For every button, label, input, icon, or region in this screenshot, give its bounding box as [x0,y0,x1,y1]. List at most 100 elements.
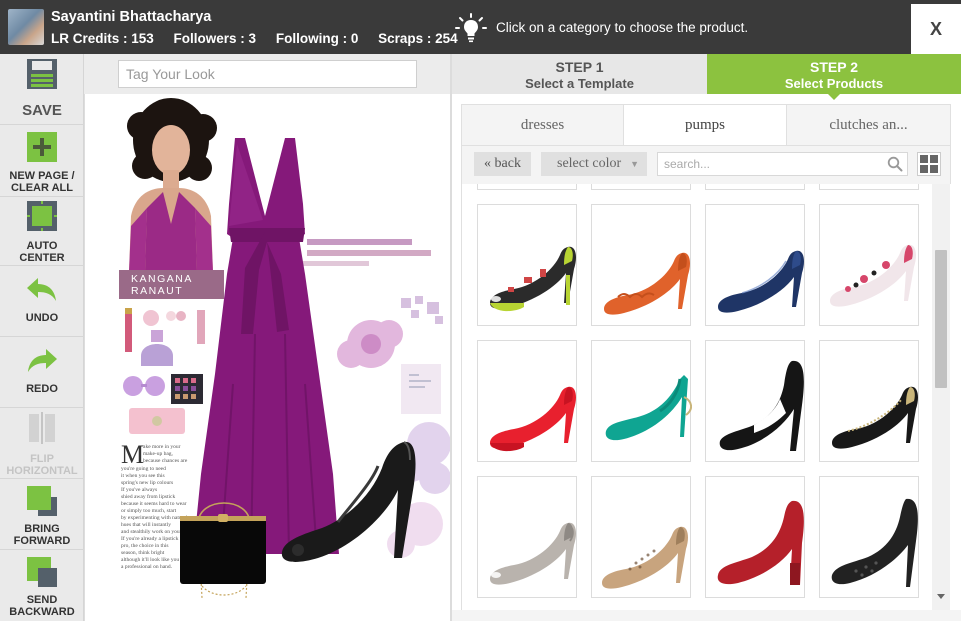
center-icon [27,201,57,231]
product-grid [461,184,932,610]
double-chevron-left-icon: « [484,156,492,171]
step-2-title: STEP 2 [810,59,858,75]
plus-icon [27,132,57,162]
user-stats: LR Credits : 153 Followers : 3 Following… [51,31,474,46]
redo-label: REDO [26,383,58,395]
user-name[interactable]: Sayantini Bhattacharya [51,9,211,25]
hint-text: Click on a category to choose the produc… [496,20,749,35]
lr-credits: LR Credits : 153 [51,31,154,46]
search-input[interactable] [657,152,908,176]
bring-forward-icon [27,486,57,516]
product-card[interactable] [477,476,577,598]
undo-label: UNDO [25,312,59,324]
grid-icon [920,155,938,173]
product-card[interactable] [705,340,805,462]
shoe-image [718,250,804,313]
send-backward-button[interactable]: SEND BACKWARD [0,550,84,621]
step-tabs: STEP 1 Select a Template STEP 2 Select P… [452,54,961,94]
shoe-image [604,252,690,315]
search-icon[interactable] [887,156,903,172]
undo-button[interactable]: UNDO [0,266,84,336]
following-count[interactable]: Following : 0 [276,31,359,46]
product-card[interactable] [819,184,919,190]
shoe-image [830,244,916,307]
left-toolbar: SAVE NEW PAGE / CLEAR ALL AUTO CENTER UN… [0,54,84,621]
bring-forward-button[interactable]: BRING FORWARD [0,479,84,549]
scraps-count[interactable]: Scraps : 254 [378,31,458,46]
step-2-tab[interactable]: STEP 2 Select Products [707,54,961,94]
flip-horizontal-button[interactable]: FLIP HORIZONTAL [0,408,84,478]
clear-all-label: CLEAR ALL [11,182,73,194]
send-label: SEND [26,594,58,606]
auto-center-button[interactable]: AUTO CENTER [0,197,84,265]
product-card[interactable] [477,340,577,462]
product-card[interactable] [477,204,577,326]
collage-canvas[interactable]: KANGANA RANAUT M ake more in your make-u… [84,94,450,621]
product-card[interactable] [591,340,692,462]
avatar[interactable] [8,9,44,45]
followers-count[interactable]: Followers : 3 [174,31,257,46]
black-clutch[interactable] [178,494,270,604]
lightbulb-icon [455,13,487,43]
shoe-image [602,526,688,589]
step-1-title: STEP 1 [555,59,604,75]
new-page-button[interactable]: NEW PAGE / CLEAR ALL [0,125,84,196]
shoe-image [719,360,804,451]
product-card[interactable] [705,204,805,326]
chevron-down-icon: ▼ [630,159,639,169]
product-card[interactable] [819,204,919,326]
product-card[interactable] [705,476,805,598]
black-heel-sandal[interactable] [278,434,424,574]
product-card[interactable] [591,184,691,190]
scrollbar-thumb[interactable] [935,250,947,388]
panel-footer [452,610,961,621]
product-card[interactable] [591,204,691,326]
step-1-tab[interactable]: STEP 1 Select a Template [452,54,707,94]
top-bar: Sayantini Bhattacharya LR Credits : 153 … [0,0,961,54]
shoe-image [490,386,576,452]
step-2-subtitle: Select Products [784,76,884,91]
scroll-down-arrow-icon[interactable] [937,594,945,599]
product-card[interactable] [705,184,805,190]
category-tabs: dresses pumps clutches an... [461,104,951,146]
tab-dresses[interactable]: dresses [462,105,624,145]
back-button[interactable]: « back [474,152,531,176]
grid-view-button[interactable] [917,152,941,176]
scrollbar[interactable] [932,184,950,610]
horizontal-label: HORIZONTAL [6,465,78,477]
redo-button[interactable]: REDO [0,337,84,407]
tab-clutches[interactable]: clutches an... [787,105,950,145]
auto-label: AUTO [26,240,58,252]
floppy-disk-icon [27,59,57,89]
product-card[interactable] [477,184,577,190]
bring-label: BRING [24,523,60,535]
drop-cap: M [121,440,145,469]
shoe-image [605,375,692,441]
save-button[interactable]: SAVE [0,54,84,124]
filter-bar: « back select color ▼ [461,146,951,184]
shoe-image [832,386,918,449]
tab-pumps[interactable]: pumps [624,105,787,145]
step-1-subtitle: Select a Template [525,76,634,91]
panel-divider [450,54,452,621]
canvas-header [84,54,450,94]
send-backward-icon [27,557,57,587]
back-label: back [494,156,521,171]
tag-look-input[interactable] [118,60,417,88]
shoe-image [831,498,918,587]
product-card[interactable] [591,476,691,598]
color-select[interactable]: select color ▼ [541,152,647,176]
shoe-image [490,522,576,585]
save-label: SAVE [22,102,62,119]
new-page-label: NEW PAGE / [9,170,75,182]
center-label: CENTER [19,252,65,264]
flip-icon [29,412,55,444]
close-button[interactable]: X [911,4,961,54]
product-card[interactable] [819,340,919,462]
product-card[interactable] [819,476,919,598]
shoe-image [490,246,576,312]
forward-label: FORWARD [13,535,71,547]
color-select-value: select color [557,156,622,171]
flip-label: FLIP [30,453,54,465]
shoe-image [717,500,804,585]
